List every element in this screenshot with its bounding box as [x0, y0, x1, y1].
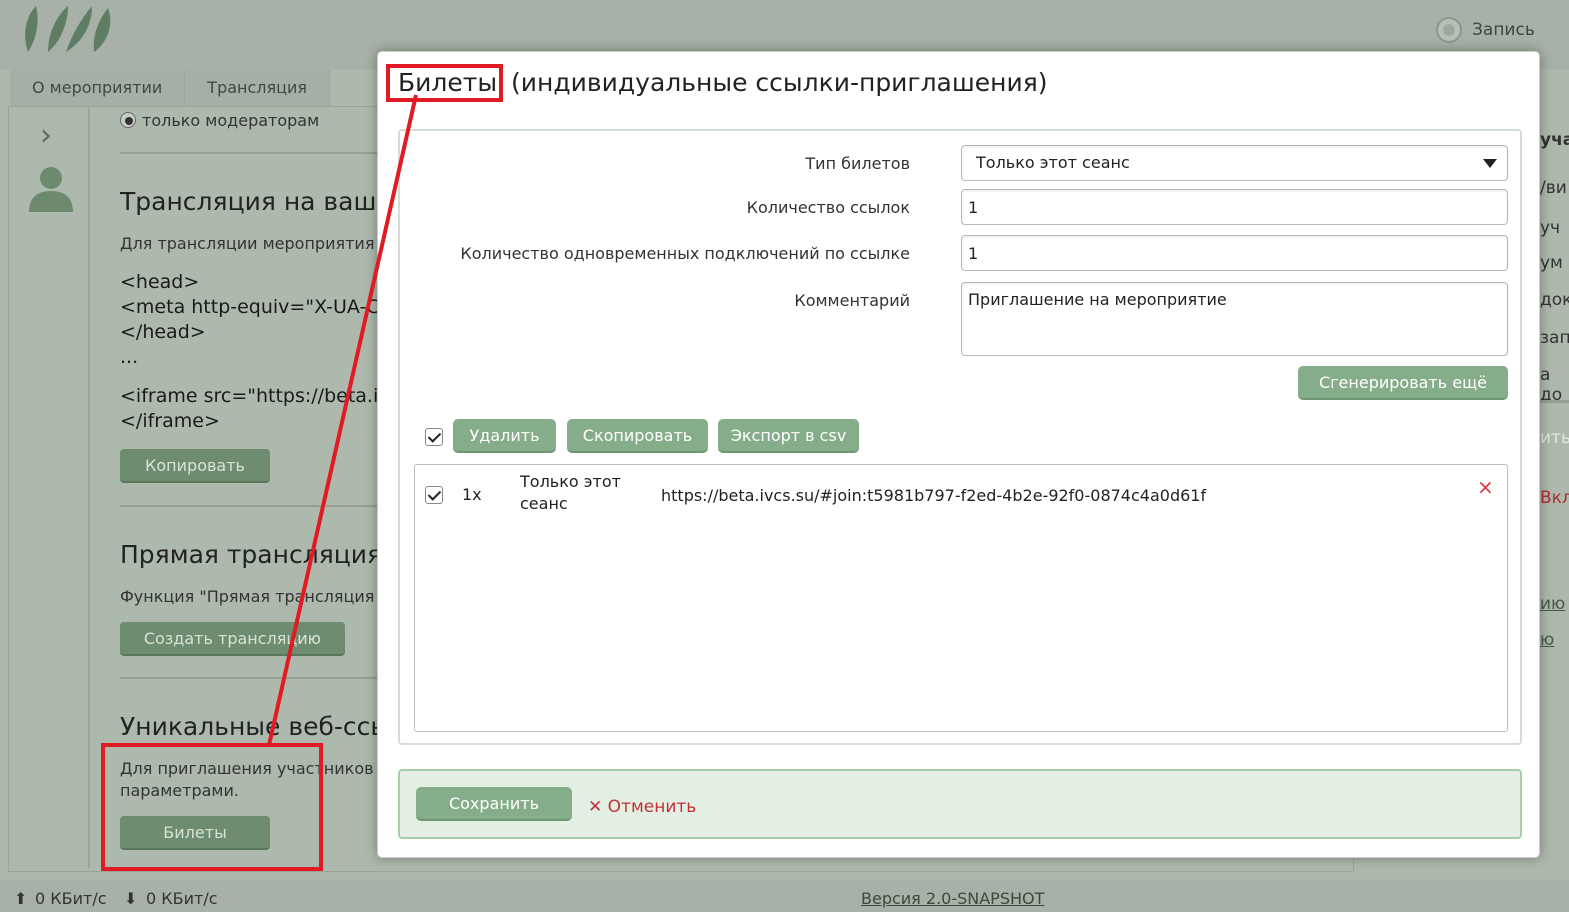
record-toggle[interactable]: Запись [1436, 17, 1535, 43]
row-checkbox[interactable] [425, 486, 443, 504]
dialog-footer: Сохранить ✕ Отменить [398, 769, 1522, 839]
comment-textarea[interactable]: Приглашение на мероприятие [961, 282, 1508, 356]
divider [120, 505, 380, 507]
links-count-label: Количество ссылок [746, 198, 910, 217]
row-type-line2: сеанс [520, 494, 568, 513]
divider [120, 677, 380, 679]
caret-down-icon [1483, 159, 1497, 168]
row-delete-icon[interactable]: × [1477, 475, 1494, 499]
cancel-button[interactable]: ✕ Отменить [588, 797, 696, 817]
generate-more-button[interactable]: Сгенерировать ещё [1298, 366, 1508, 400]
upload-speed: 0 КБит/с [35, 889, 107, 908]
radio-selected-icon [120, 112, 136, 128]
concurrent-connections-input[interactable] [961, 235, 1508, 271]
tickets-list: 1x Только этот сеанс https://beta.ivcs.s… [414, 464, 1508, 732]
section-title-links: Уникальные веб-ссы [120, 712, 391, 741]
ticket-type-select[interactable]: Только этот сеанс [961, 145, 1508, 181]
ticket-type-value: Только этот сеанс [976, 153, 1130, 172]
row-url[interactable]: https://beta.ivcs.su/#join:t5981b797-f2e… [661, 486, 1206, 505]
links-count-input[interactable] [961, 189, 1508, 225]
status-bar: ⬆ 0 КБит/с ⬇ 0 КБит/с Версия 2.0-SNAPSHO… [0, 880, 1569, 912]
chevron-right-icon[interactable]: › [40, 118, 52, 153]
record-radio-icon [1436, 17, 1462, 43]
tickets-dialog: Билеты (индивидуальные ссылки-приглашени… [377, 51, 1540, 858]
section-text-live: Функция "Прямая трансляция [120, 587, 375, 606]
copy-code-button[interactable]: Копировать [120, 449, 270, 483]
right-text: док [1540, 290, 1569, 310]
ticket-type-label: Тип билетов [805, 154, 910, 173]
section-title-live: Прямая трансляция [120, 540, 383, 569]
section-title-embed: Трансляция на ваше [120, 187, 392, 216]
cancel-label: Отменить [607, 797, 697, 817]
dialog-title-highlight: Билеты [386, 64, 504, 102]
version-link[interactable]: Версия 2.0-SNAPSHOT [861, 889, 1044, 908]
right-panel-clipped: учас /ви уч ум док запи а до ить Вкл ию … [1540, 108, 1569, 870]
right-link[interactable]: ию [1540, 594, 1565, 614]
embed-code: <head> <meta http-equiv="X-UA-C </head>...… [120, 271, 380, 432]
right-enable-text[interactable]: Вкл [1540, 488, 1569, 508]
comment-value: Приглашение на мероприятие [968, 290, 1227, 309]
right-button-text[interactable]: ить [1540, 428, 1569, 448]
record-label: Запись [1472, 20, 1535, 40]
moderators-only-radio[interactable]: только модераторам [120, 111, 319, 130]
right-text: учас [1540, 130, 1569, 150]
annotation-highlight-box [101, 743, 323, 871]
save-button[interactable]: Сохранить [416, 787, 572, 821]
select-all-checkbox[interactable] [425, 428, 443, 446]
divider [1540, 400, 1569, 403]
left-sidebar [10, 108, 90, 868]
row-count: 1x [462, 485, 482, 504]
iva-logo [25, 6, 111, 52]
right-text: ум [1540, 253, 1563, 273]
comment-label: Комментарий [794, 291, 910, 310]
dialog-title-rest: (индивидуальные ссылки-приглашения) [503, 68, 1048, 97]
tab-broadcast[interactable]: Трансляция [185, 70, 331, 106]
concurrent-connections-label: Количество одновременных подключений по … [460, 244, 910, 263]
dialog-title: Билеты (индивидуальные ссылки-приглашени… [386, 64, 1048, 102]
section-text-embed: Для трансляции мероприятия [120, 234, 375, 253]
divider [120, 152, 380, 154]
download-arrow-icon: ⬇ [124, 889, 138, 908]
upload-arrow-icon: ⬆ [14, 889, 28, 908]
right-text: уч [1540, 218, 1561, 238]
download-speed: 0 КБит/с [146, 889, 218, 908]
table-row: 1x Только этот сеанс https://beta.ivcs.s… [415, 465, 1507, 525]
row-type-line1: Только этот [520, 472, 621, 491]
right-text: а до [1540, 365, 1563, 405]
user-icon[interactable] [26, 162, 76, 214]
radio-label: только модераторам [142, 111, 320, 130]
tab-about-event[interactable]: О мероприятии [10, 70, 186, 106]
right-text: /ви [1540, 178, 1567, 198]
delete-button[interactable]: Удалить [453, 419, 556, 453]
export-csv-button[interactable]: Экспорт в csv [718, 419, 859, 453]
right-link[interactable]: ю [1540, 630, 1554, 650]
create-broadcast-button[interactable]: Создать трансляцию [120, 622, 345, 656]
event-tabs: О мероприятии Трансляция [10, 70, 331, 106]
copy-links-button[interactable]: Скопировать [567, 419, 708, 453]
close-icon: ✕ [588, 797, 603, 817]
right-text: запи [1540, 328, 1569, 348]
tickets-form: Тип билетов Только этот сеанс Количество… [398, 129, 1522, 745]
